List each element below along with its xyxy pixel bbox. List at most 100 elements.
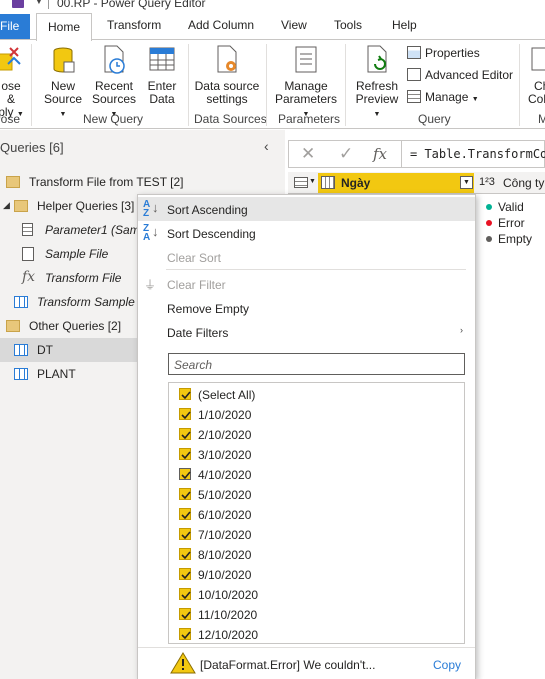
filter-item[interactable]: 6/10/2020: [169, 504, 464, 524]
advanced-editor-button[interactable]: Advanced Editor: [407, 68, 513, 82]
refresh-preview-button[interactable]: Refresh Preview ▼: [351, 44, 403, 121]
choose-columns-button[interactable]: Ch Col: [526, 44, 545, 106]
checkbox[interactable]: [179, 408, 191, 420]
tab-tools[interactable]: Tools: [334, 18, 362, 32]
queries-header: Queries [6]: [0, 140, 64, 155]
checkbox[interactable]: [179, 548, 191, 560]
filter-item-select-all[interactable]: (Select All): [169, 384, 464, 404]
search-input[interactable]: Search: [168, 353, 465, 375]
filter-item[interactable]: 2/10/2020: [169, 424, 464, 444]
table-menu-icon[interactable]: [294, 177, 308, 188]
filter-item[interactable]: 7/10/2020: [169, 524, 464, 544]
formula-bar: ✕ ✓ fx = Table.TransformColu: [288, 140, 545, 168]
filter-item[interactable]: 9/10/2020: [169, 564, 464, 584]
error-dot-icon: [486, 220, 492, 226]
checkbox[interactable]: [179, 608, 191, 620]
properties-button[interactable]: Properties: [407, 46, 480, 60]
checkbox[interactable]: [179, 588, 191, 600]
sort-descending-item[interactable]: ZA ↓ Sort Descending: [138, 221, 475, 245]
filter-item[interactable]: 12/10/2020: [169, 624, 464, 643]
manage-parameters-button[interactable]: Manage Parameters ▼: [270, 44, 342, 121]
manage-icon: [407, 90, 421, 103]
collapse-pane-icon[interactable]: ‹: [264, 138, 269, 154]
table-icon: [14, 368, 28, 380]
sort-descending-icon: ZA: [143, 223, 151, 243]
sort-ascending-item[interactable]: AZ ↓ Sort Ascending: [138, 197, 475, 221]
checkbox[interactable]: [179, 528, 191, 540]
menu-separator: [166, 269, 466, 270]
clear-sort-item[interactable]: Clear Sort: [138, 245, 475, 269]
clear-filter-item[interactable]: ⏚ Clear Filter: [138, 272, 475, 296]
formula-input[interactable]: = Table.TransformColu: [401, 141, 545, 167]
checkbox[interactable]: [179, 388, 191, 400]
date-filters-item[interactable]: Date Filters ›: [138, 320, 475, 344]
choose-columns-icon: [531, 47, 545, 71]
data-source-settings-button[interactable]: Data source settings: [193, 44, 261, 106]
quick-access-dropdown-icon[interactable]: ▼: [34, 0, 44, 7]
recent-sources-button[interactable]: Recent Sources ▼: [88, 44, 140, 121]
manage-button[interactable]: Manage ▼: [407, 90, 479, 104]
filter-item[interactable]: 5/10/2020: [169, 484, 464, 504]
warning-icon: [170, 652, 196, 674]
save-icon[interactable]: [12, 0, 24, 8]
tab-file[interactable]: File: [0, 14, 30, 40]
folder-icon: [14, 200, 28, 212]
checkbox[interactable]: [179, 628, 191, 640]
properties-icon: [407, 46, 421, 59]
group-separator: [345, 44, 346, 126]
fx-icon[interactable]: fx: [373, 145, 387, 163]
checkbox[interactable]: [179, 488, 191, 500]
column-header-ngay[interactable]: Ngày ▼: [318, 173, 474, 193]
database-icon: [53, 47, 75, 73]
grid-header: ▼ Ngày ▼ 1²3 Công ty: [288, 172, 545, 194]
chevron-down-icon: ▼: [373, 111, 381, 118]
tab-home[interactable]: Home: [36, 13, 92, 41]
checkbox[interactable]: [179, 448, 191, 460]
cancel-formula-icon[interactable]: ✕: [301, 144, 315, 164]
group-separator: [519, 44, 520, 126]
chevron-down-icon[interactable]: ▼: [309, 178, 316, 185]
filter-item[interactable]: 3/10/2020: [169, 444, 464, 464]
chevron-down-icon: ▼: [59, 111, 67, 118]
valid-dot-icon: [486, 204, 492, 210]
data-source-settings-icon: [217, 45, 237, 73]
filter-item[interactable]: 11/10/2020: [169, 604, 464, 624]
tab-transform[interactable]: Transform: [107, 18, 161, 32]
date-type-icon[interactable]: [321, 176, 335, 189]
filter-item[interactable]: 8/10/2020: [169, 544, 464, 564]
commit-formula-icon[interactable]: ✓: [339, 144, 353, 164]
number-type-icon[interactable]: 1²3: [479, 176, 495, 188]
enter-data-button[interactable]: Enter Data: [142, 44, 182, 106]
filter-dropdown-button[interactable]: ▼: [460, 176, 473, 189]
remove-empty-item[interactable]: Remove Empty: [138, 296, 475, 320]
copy-button[interactable]: Copy: [433, 658, 461, 672]
title-bar: ▼ 00.RP - Power Query Editor: [0, 0, 545, 10]
data-sources-group-label: Data Sources: [194, 112, 267, 126]
new-source-button[interactable]: New Source ▼: [40, 44, 86, 121]
group-separator: [266, 44, 267, 126]
parameters-icon: [295, 46, 317, 73]
ribbon: ose & ply ▼ lose New Source ▼ Recent Sou…: [0, 39, 545, 129]
tab-view[interactable]: View: [281, 18, 307, 32]
column-header-cong-ty[interactable]: Công ty: [503, 176, 544, 190]
filter-item[interactable]: 4/10/2020: [169, 464, 464, 484]
table-icon: [149, 47, 175, 71]
recent-sources-icon: [104, 45, 125, 74]
filter-item[interactable]: 10/10/2020: [169, 584, 464, 604]
checkbox[interactable]: [179, 428, 191, 440]
filter-item[interactable]: 1/10/2020: [169, 404, 464, 424]
submenu-arrow-icon: ›: [460, 325, 463, 335]
tab-add-column[interactable]: Add Column: [188, 18, 254, 32]
checkbox[interactable]: [179, 508, 191, 520]
filter-value-list: (Select All) 1/10/2020 2/10/2020 3/10/20…: [168, 382, 465, 644]
document-icon: [22, 247, 34, 261]
checkbox[interactable]: [179, 568, 191, 580]
close-apply-button[interactable]: ose & ply ▼: [0, 44, 26, 121]
tab-help[interactable]: Help: [392, 18, 417, 32]
column-filter-menu: AZ ↓ Sort Ascending ZA ↓ Sort Descending…: [137, 194, 476, 679]
new-query-group-label: New Query: [83, 112, 144, 126]
query-group-transform-file[interactable]: Transform File from TEST [2]: [0, 170, 285, 194]
checkbox[interactable]: [179, 468, 191, 480]
error-message: [DataFormat.Error] We couldn't...: [200, 658, 376, 672]
refresh-icon: [367, 45, 387, 73]
